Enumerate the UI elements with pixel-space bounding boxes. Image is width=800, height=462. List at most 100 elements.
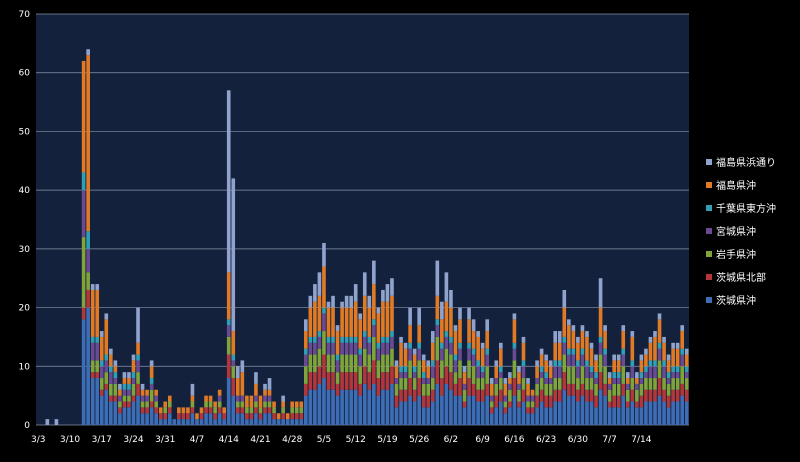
bar-stack-134 xyxy=(644,348,648,425)
bar-segment xyxy=(412,372,417,379)
bar-segment xyxy=(367,342,372,355)
bar-segment xyxy=(208,413,213,425)
bar-segment xyxy=(308,389,313,425)
bar-segment xyxy=(421,378,426,384)
bar-stack-63 xyxy=(322,242,326,425)
bar-segment xyxy=(322,307,326,314)
bar-segment xyxy=(503,401,508,408)
bar-stack-44 xyxy=(235,366,240,425)
bar-segment xyxy=(412,389,417,402)
bar-segment xyxy=(498,389,503,402)
bar-segment xyxy=(553,389,558,402)
bar-segment xyxy=(598,307,603,337)
bar-segment xyxy=(149,366,154,379)
bar-stack-100 xyxy=(489,378,494,425)
bar-stack-119 xyxy=(576,336,580,425)
bar-segment xyxy=(530,413,535,425)
bar-segment xyxy=(190,383,195,396)
bar-segment xyxy=(594,395,598,408)
bar-segment xyxy=(662,378,666,390)
bar-segment xyxy=(675,342,680,349)
bar-segment xyxy=(149,407,154,425)
bar-stack-56 xyxy=(290,401,295,425)
bar-segment xyxy=(272,401,276,408)
bar-segment xyxy=(245,407,249,414)
bar-segment xyxy=(331,354,335,373)
bar-segment xyxy=(362,336,367,349)
bar-segment xyxy=(666,354,671,361)
bar-segment xyxy=(127,401,131,408)
bar-segment xyxy=(281,401,285,408)
bar-stack-142 xyxy=(680,325,685,425)
bar-segment xyxy=(376,342,381,349)
bar-segment xyxy=(440,301,444,320)
bar-segment xyxy=(335,325,340,332)
bar-segment xyxy=(621,325,626,332)
bar-stack-20 xyxy=(127,372,131,425)
bar-segment xyxy=(653,389,657,402)
bar-segment xyxy=(204,413,208,425)
bar-segment xyxy=(376,360,381,379)
y-tick-label-50: 50 xyxy=(19,127,31,137)
bar-stack-37 xyxy=(204,395,208,425)
bar-segment xyxy=(399,366,403,373)
bar-segment xyxy=(322,242,326,267)
bar-stack-49 xyxy=(258,395,263,425)
bar-segment xyxy=(267,407,272,414)
bar-segment xyxy=(571,366,576,384)
bar-segment xyxy=(449,372,453,390)
bar-segment xyxy=(186,419,190,425)
bar-segment xyxy=(644,354,648,367)
bar-segment xyxy=(104,372,109,384)
bar-segment xyxy=(476,389,480,402)
bar-segment xyxy=(512,348,517,361)
bar-segment xyxy=(548,383,553,396)
bar-segment xyxy=(589,342,594,349)
bar-segment xyxy=(358,383,363,396)
bar-stack-116 xyxy=(562,289,567,425)
bar-stack-2 xyxy=(45,419,50,425)
bar-stack-121 xyxy=(585,331,589,425)
bar-stack-82 xyxy=(408,307,412,425)
bar-segment xyxy=(317,348,322,367)
bar-segment xyxy=(476,331,480,337)
bar-segment xyxy=(90,378,95,425)
bar-segment xyxy=(671,378,675,390)
bar-segment xyxy=(557,378,562,390)
bar-segment xyxy=(530,395,535,402)
bar-segment xyxy=(362,272,367,296)
bar-segment xyxy=(372,360,376,384)
bar-segment xyxy=(485,366,490,384)
bar-segment xyxy=(308,295,313,308)
bar-segment xyxy=(562,342,567,355)
bar-stack-104 xyxy=(508,372,512,425)
bar-segment xyxy=(99,360,104,367)
bar-segment xyxy=(285,419,290,425)
bar-segment xyxy=(313,284,317,302)
bar-segment xyxy=(598,354,603,373)
bar-segment xyxy=(671,348,675,367)
bar-segment xyxy=(399,372,403,379)
bar-segment xyxy=(385,389,390,425)
bar-segment xyxy=(548,360,553,367)
bar-segment xyxy=(90,342,95,361)
bar-segment xyxy=(567,325,571,349)
bar-segment xyxy=(362,331,367,337)
bar-stack-4 xyxy=(54,419,59,425)
bar-segment xyxy=(140,413,145,425)
bar-segment xyxy=(340,307,344,337)
bar-segment xyxy=(290,401,295,408)
bar-segment xyxy=(467,342,471,349)
bar-segment xyxy=(249,413,254,420)
bar-segment xyxy=(576,401,580,425)
bar-segment xyxy=(417,307,421,326)
bar-segment xyxy=(449,289,453,308)
bar-segment xyxy=(131,378,136,384)
bar-segment xyxy=(440,342,444,349)
bar-stack-80 xyxy=(399,336,403,425)
bar-stack-93 xyxy=(458,307,462,425)
bar-segment xyxy=(440,319,444,343)
bar-segment xyxy=(480,372,485,379)
bar-segment xyxy=(403,401,408,425)
bar-segment xyxy=(199,407,204,414)
